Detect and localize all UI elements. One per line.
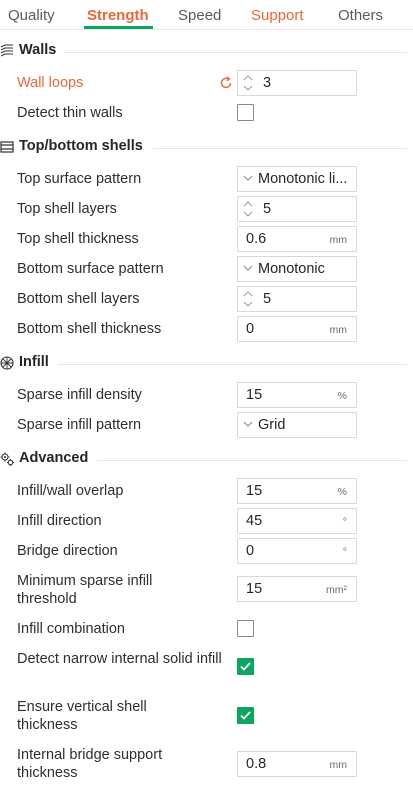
- unit-label: °: [342, 546, 347, 558]
- bottom-shell-thickness-label: Bottom shell thickness: [17, 321, 162, 337]
- infill-direction-input[interactable]: 45 °: [237, 508, 357, 534]
- detect-thin-walls-label: Detect thin walls: [17, 105, 123, 121]
- top-shell-layers-label: Top shell layers: [17, 201, 117, 217]
- sparse-infill-density-input[interactable]: 15 %: [237, 382, 357, 408]
- sparse-infill-pattern-value: Grid: [258, 417, 286, 433]
- infill-combination-checkbox[interactable]: [237, 620, 254, 637]
- bottom-shell-layers-label: Bottom shell layers: [17, 291, 140, 307]
- unit-label: °: [342, 516, 347, 528]
- wall-loops-value: 3: [263, 75, 272, 91]
- bottom-shell-thickness-input[interactable]: 0 mm: [237, 316, 357, 342]
- section-divider: [64, 52, 407, 53]
- chevron-down-icon: [243, 421, 253, 427]
- section-divider: [97, 460, 407, 461]
- bottom-surface-pattern-label: Bottom surface pattern: [17, 261, 164, 277]
- unit-label: mm²: [326, 584, 347, 596]
- section-divider: [58, 364, 407, 365]
- spinner-arrows-icon[interactable]: [242, 290, 254, 308]
- top-surface-pattern-select[interactable]: Monotonic li...: [237, 166, 357, 192]
- top-surface-pattern-label: Top surface pattern: [17, 171, 142, 187]
- unit-label: mm: [329, 234, 348, 246]
- bridge-direction-input[interactable]: 0 °: [237, 538, 357, 564]
- top-surface-pattern-value: Monotonic li...: [258, 171, 348, 187]
- ensure-vertical-shell-thickness-label: Ensure vertical shell thickness: [17, 699, 147, 733]
- reset-icon[interactable]: [219, 76, 233, 90]
- infill-combination-label: Infill combination: [17, 621, 125, 637]
- tab-support[interactable]: Support: [251, 7, 304, 24]
- sparse-infill-density-label: Sparse infill density: [17, 387, 142, 403]
- checkmark-icon: [240, 711, 251, 720]
- active-tab-indicator: [84, 26, 153, 29]
- unit-label: %: [337, 390, 347, 402]
- infill-wall-overlap-input[interactable]: 15 %: [237, 478, 357, 504]
- internal-bridge-support-thickness-input[interactable]: 0.8 mm: [237, 751, 357, 777]
- gears-icon: [0, 452, 14, 466]
- detect-narrow-internal-solid-infill-label: Detect narrow internal solid infill: [17, 651, 222, 667]
- tab-quality[interactable]: Quality: [8, 7, 55, 24]
- bottom-surface-pattern-value: Monotonic: [258, 261, 325, 277]
- tab-others[interactable]: Others: [338, 7, 383, 24]
- bottom-shell-thickness-value: 0: [246, 321, 255, 337]
- infill-wall-overlap-value: 15: [246, 483, 263, 499]
- section-walls: Walls: [0, 41, 413, 63]
- top-shell-thickness-label: Top shell thickness: [17, 231, 139, 247]
- spinner-arrows-icon[interactable]: [242, 200, 254, 218]
- unit-label: %: [337, 486, 347, 498]
- min-sparse-infill-threshold-input[interactable]: 15 mm²: [237, 576, 357, 602]
- bottom-shell-layers-value: 5: [263, 291, 272, 307]
- bottom-shell-layers-input[interactable]: 5: [237, 286, 357, 312]
- wall-loops-label: Wall loops: [17, 75, 84, 91]
- unit-label: mm: [329, 759, 348, 771]
- walls-icon: [0, 44, 13, 57]
- tab-speed[interactable]: Speed: [178, 7, 221, 24]
- top-shell-thickness-input[interactable]: 0.6 mm: [237, 226, 357, 252]
- internal-bridge-support-thickness-value: 0.8: [246, 756, 267, 772]
- section-title-walls: Walls: [19, 42, 57, 58]
- section-title-advanced: Advanced: [19, 450, 89, 466]
- infill-direction-label: Infill direction: [17, 513, 102, 529]
- section-infill: Infill: [0, 353, 413, 375]
- tab-strength[interactable]: Strength: [87, 7, 149, 24]
- tab-bar: Quality Strength Speed Support Others: [0, 0, 413, 30]
- bridge-direction-label: Bridge direction: [17, 543, 118, 559]
- checkmark-icon: [240, 662, 251, 671]
- min-sparse-infill-threshold-label: Minimum sparse infill threshold: [17, 573, 153, 607]
- section-divider: [153, 148, 407, 149]
- min-sparse-infill-threshold-value: 15: [246, 581, 263, 597]
- spinner-arrows-icon[interactable]: [242, 74, 254, 92]
- chevron-down-icon: [243, 265, 253, 271]
- wall-loops-input[interactable]: 3: [237, 70, 357, 96]
- top-shell-thickness-value: 0.6: [246, 231, 267, 247]
- section-title-infill: Infill: [19, 354, 49, 370]
- sparse-infill-pattern-select[interactable]: Grid: [237, 412, 357, 438]
- infill-wall-overlap-label: Infill/wall overlap: [17, 483, 124, 499]
- detect-thin-walls-checkbox[interactable]: [237, 104, 254, 121]
- section-title-shells: Top/bottom shells: [19, 138, 143, 154]
- section-advanced: Advanced: [0, 449, 413, 471]
- sparse-infill-density-value: 15: [246, 387, 263, 403]
- top-shell-layers-value: 5: [263, 201, 272, 217]
- unit-label: mm: [329, 324, 348, 336]
- ensure-vertical-shell-thickness-checkbox[interactable]: [237, 707, 254, 724]
- infill-direction-value: 45: [246, 513, 263, 529]
- bottom-surface-pattern-select[interactable]: Monotonic: [237, 256, 357, 282]
- chevron-down-icon: [243, 175, 253, 181]
- sparse-infill-pattern-label: Sparse infill pattern: [17, 417, 142, 433]
- section-top-bottom-shells: Top/bottom shells: [0, 137, 413, 159]
- shells-icon: [0, 141, 14, 153]
- bridge-direction-value: 0: [246, 543, 255, 559]
- detect-narrow-internal-solid-infill-checkbox[interactable]: [237, 658, 254, 675]
- top-shell-layers-input[interactable]: 5: [237, 196, 357, 222]
- internal-bridge-support-thickness-label: Internal bridge support thickness: [17, 747, 163, 781]
- infill-icon: [0, 356, 14, 370]
